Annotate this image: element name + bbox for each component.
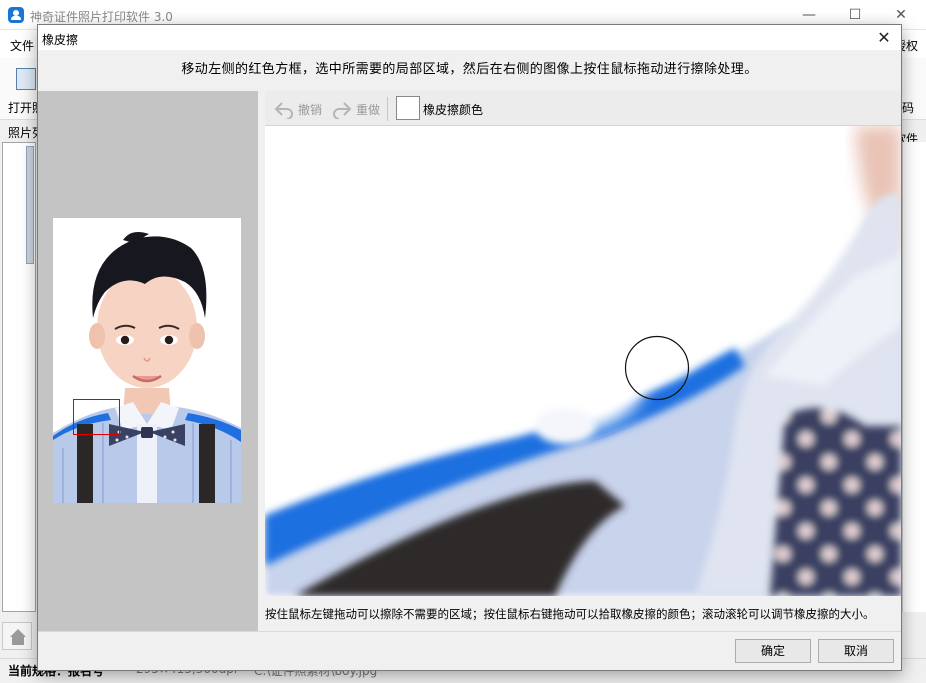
undo-icon bbox=[274, 102, 293, 119]
right-panel bbox=[902, 142, 926, 612]
editor-toolbar: 撤销 重做 橡皮擦颜色 bbox=[265, 91, 901, 126]
home-icon[interactable] bbox=[2, 622, 32, 650]
dialog-title: 橡皮擦 bbox=[42, 33, 79, 47]
dialog-close-icon[interactable]: ✕ bbox=[867, 25, 901, 50]
toolbar-right-label[interactable]: 码 bbox=[902, 99, 914, 116]
dialog-instruction: 移动左侧的红色方框，选中所需要的局部区域，然后在右侧的图像上按住鼠标拖动进行擦除… bbox=[181, 62, 758, 77]
editor-pane: 撤销 重做 橡皮擦颜色 按住鼠标左键拖动可以擦除不需要的区域；按住鼠标右键拖动可… bbox=[265, 91, 901, 631]
main-window-title: 神奇证件照片打印软件 3.0 bbox=[30, 10, 173, 24]
erase-canvas[interactable] bbox=[265, 126, 901, 596]
undo-label: 撤销 bbox=[298, 102, 323, 117]
photo-thumbnail bbox=[53, 218, 241, 503]
eraser-dialog: 橡皮擦 ✕ 移动左侧的红色方框，选中所需要的局部区域，然后在右侧的图像上按住鼠标… bbox=[37, 24, 902, 671]
undo-button[interactable]: 撤销 bbox=[273, 99, 322, 119]
redo-icon bbox=[333, 102, 352, 119]
dialog-titlebar: 橡皮擦 ✕ bbox=[38, 25, 901, 50]
preview-pane bbox=[38, 91, 258, 631]
cancel-button[interactable]: 取消 bbox=[818, 639, 894, 663]
menu-file[interactable]: 文件 bbox=[10, 37, 34, 54]
selection-frame[interactable] bbox=[73, 399, 120, 435]
eraser-color-swatch[interactable] bbox=[396, 96, 420, 120]
app-icon bbox=[8, 7, 24, 23]
photo-list-scrollbar[interactable] bbox=[26, 146, 34, 264]
help-text: 按住鼠标左键拖动可以擦除不需要的区域；按住鼠标右键拖动可以拾取橡皮擦的颜色；滚动… bbox=[265, 607, 875, 621]
redo-label: 重做 bbox=[356, 102, 381, 117]
open-photo-icon[interactable] bbox=[16, 68, 36, 90]
eraser-color-label: 橡皮擦颜色 bbox=[423, 103, 484, 117]
redo-button[interactable]: 重做 bbox=[331, 99, 380, 119]
toolbar-divider bbox=[387, 97, 388, 121]
ok-button[interactable]: 确定 bbox=[735, 639, 811, 663]
